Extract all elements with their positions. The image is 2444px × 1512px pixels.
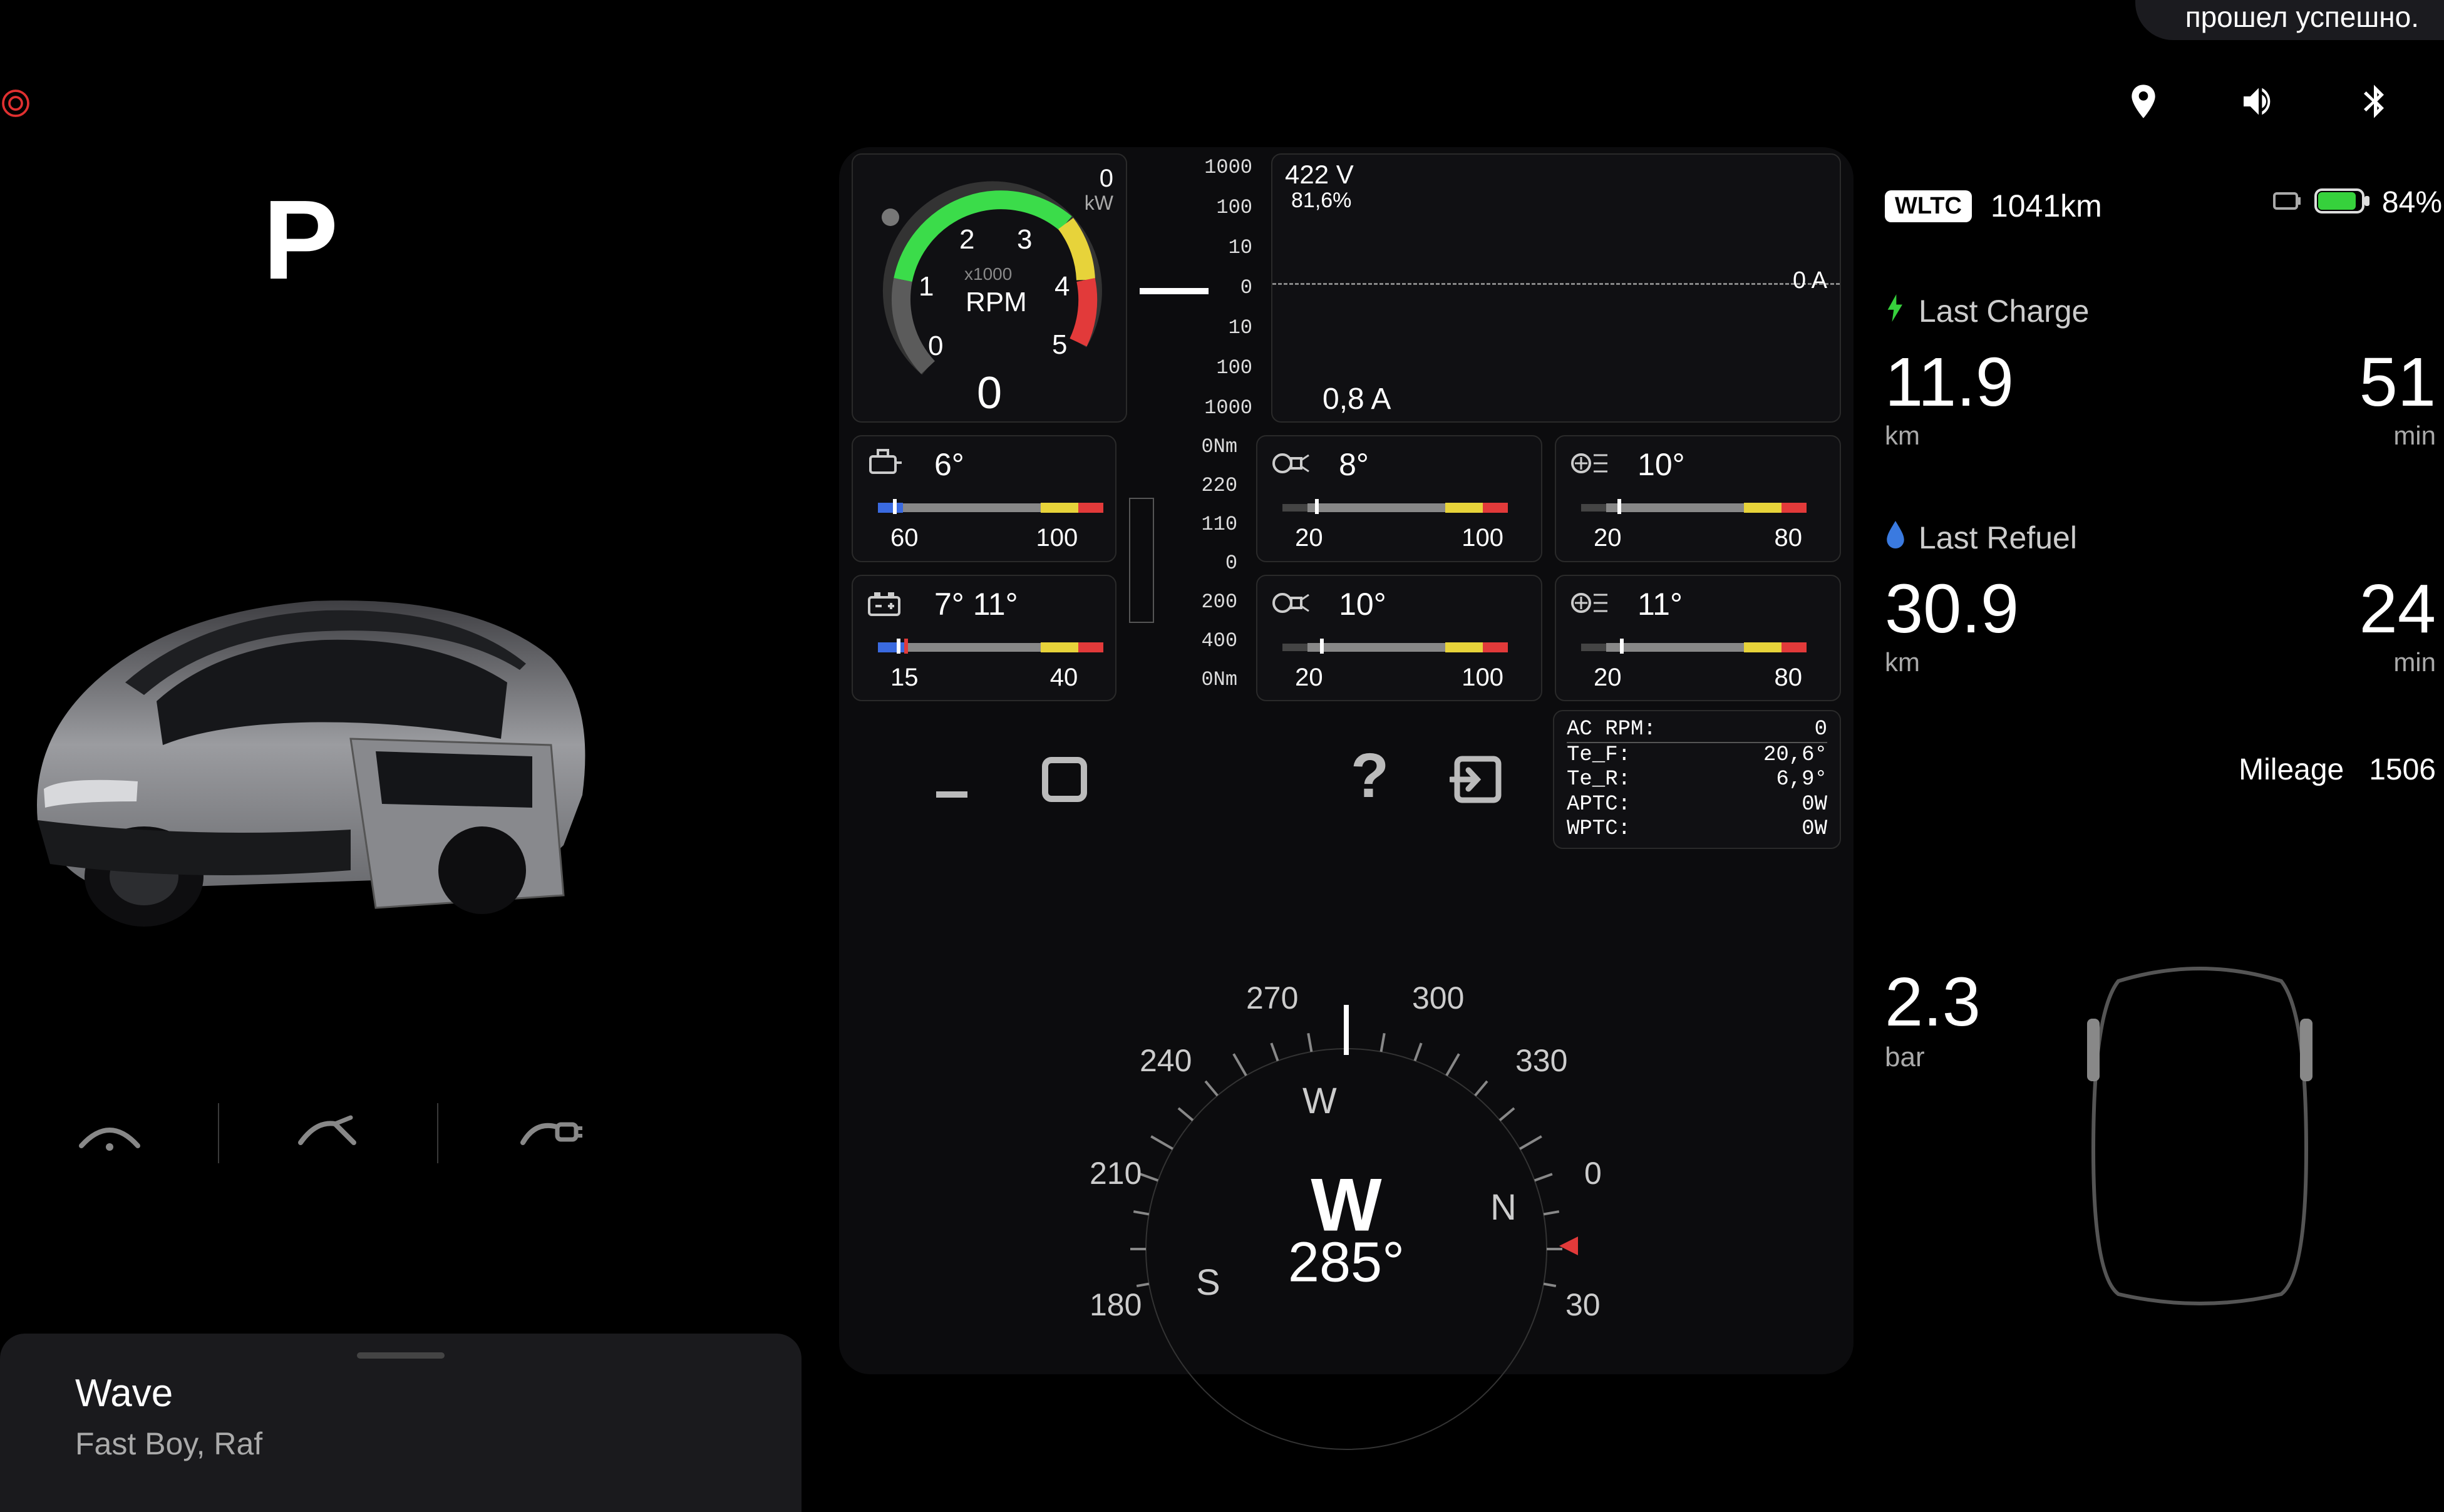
minimize-button[interactable] [914, 742, 989, 817]
gear-indicator: P [263, 175, 338, 305]
vehicle-panel: P [0, 144, 802, 1371]
trunk-button[interactable] [219, 1083, 438, 1183]
tire-pressure: 2.3 [1885, 962, 1981, 1042]
temp-engine: 6° 60100 [852, 435, 1116, 562]
voltage-value: 422 V [1285, 160, 1354, 190]
svg-text:5: 5 [1052, 329, 1067, 360]
svg-text:3: 3 [1017, 224, 1032, 255]
mileage: Mileage 1506 [1885, 753, 2436, 787]
power-kw: 0 kW [1085, 165, 1113, 214]
notification-toast: прошел успешно. [2135, 0, 2444, 40]
svg-text:x1000: x1000 [964, 264, 1012, 284]
help-button[interactable]: ? [1328, 742, 1403, 817]
vehicle-top-view[interactable] [2081, 962, 2319, 1307]
exit-button[interactable] [1440, 742, 1515, 817]
motor-icon [1270, 448, 1314, 482]
soc-value: 81,6% [1291, 188, 1351, 213]
temp-inverter-r: 11° 2080 [1555, 575, 1841, 702]
rpm-gauge: 0 1 2 3 4 5 x1000 RPM 0 0 kW [852, 153, 1127, 423]
location-icon[interactable] [2123, 81, 2163, 125]
temp-battery: 7° 11° 1540 [852, 575, 1116, 702]
battery-pct: 84% [2382, 185, 2442, 220]
trip-panel: WLTC 1041km 84% Last Charge 11.9km 51min… [1885, 188, 2436, 1307]
temp-motor-r: 10° 20100 [1256, 575, 1542, 702]
stop-button[interactable] [1027, 742, 1102, 817]
vehicle-3d-view[interactable] [0, 470, 626, 970]
compass-deg: 285° [1288, 1231, 1405, 1295]
media-title: Wave [75, 1371, 726, 1416]
stats-readout: AC RPM:0 Te_F:20,6° Te_R:6,9° APTC:0W WP… [1553, 710, 1841, 848]
battery-icon [2314, 187, 2371, 218]
svg-text:?: ? [1351, 748, 1387, 811]
charge-icon [2272, 188, 2303, 217]
hood-button[interactable] [0, 1083, 219, 1183]
current-value: 0,8 A [1323, 382, 1391, 416]
media-artist: Fast Boy, Raf [75, 1426, 726, 1462]
graph-reading: 0 A [1793, 267, 1827, 294]
svg-text:0: 0 [928, 331, 943, 361]
last-refuel-header: Last Refuel [1885, 520, 2436, 556]
torque-scale: 0Nm 220 110 0 200 400 0Nm [1129, 435, 1244, 701]
brand-logo-icon [0, 88, 31, 119]
motor-icon [1270, 587, 1314, 622]
current-graph: 422 V 81,6% 0 A 0,8 A [1271, 153, 1841, 423]
diagnostics-panel: 0 1 2 3 4 5 x1000 RPM 0 0 kW 1000 100 10… [839, 147, 1854, 1374]
drop-icon [1885, 520, 1906, 556]
range-mode-badge: WLTC [1885, 190, 1972, 222]
charge-port-button[interactable] [438, 1083, 657, 1183]
power-scale: 1000 100 10 0 10 100 1000 [1140, 153, 1259, 423]
svg-text:4: 4 [1054, 271, 1070, 302]
last-refuel-km: 30.9 [1885, 575, 2019, 644]
temp-motor-f: 8° 20100 [1256, 435, 1542, 562]
compass: W 285° 270 300 240 330 210 0 180 30 W N … [1065, 936, 1628, 1499]
range-value: 1041km [1991, 188, 2102, 224]
rpm-value: 0 [977, 368, 1002, 419]
svg-text:2: 2 [959, 224, 974, 255]
temp-inverter-f: 10° 2080 [1555, 435, 1841, 562]
last-refuel-min: 24 [2359, 575, 2436, 644]
battery-icon [865, 587, 903, 622]
last-charge-min: 51 [2359, 348, 2436, 417]
last-charge-km: 11.9 [1885, 348, 2014, 417]
inverter-icon [1569, 587, 1612, 622]
engine-icon [865, 448, 903, 482]
inverter-icon [1569, 448, 1612, 482]
media-card[interactable]: Wave Fast Boy, Raf [0, 1334, 802, 1512]
svg-text:1: 1 [919, 271, 934, 302]
volume-icon[interactable] [2239, 81, 2279, 125]
bluetooth-icon[interactable] [2354, 81, 2394, 125]
last-charge-header: Last Charge [1885, 293, 2436, 329]
bolt-icon [1885, 293, 1906, 329]
svg-text:RPM: RPM [966, 287, 1027, 317]
